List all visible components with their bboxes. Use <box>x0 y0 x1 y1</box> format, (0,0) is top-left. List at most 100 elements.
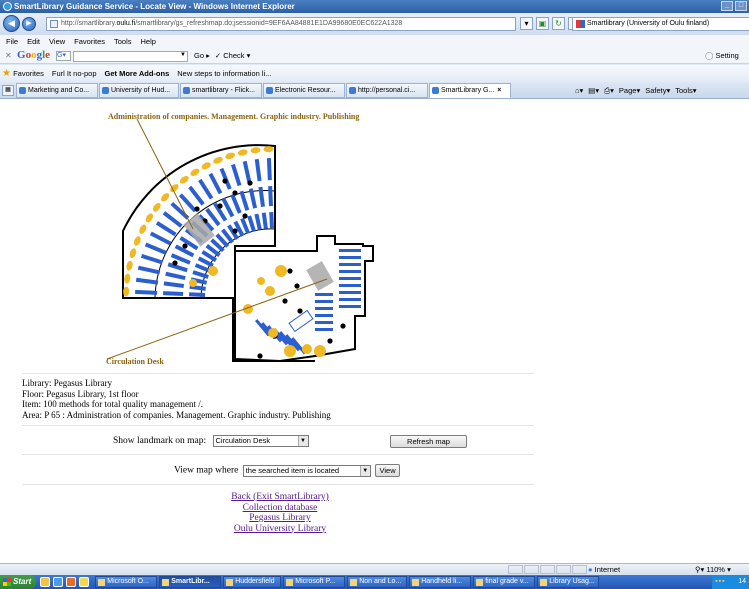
menu-tools[interactable]: Tools <box>114 35 132 48</box>
taskbar-task[interactable]: Non and Lo... <box>347 576 408 588</box>
quick-launch-icon[interactable] <box>66 577 77 587</box>
landmark-marker <box>284 345 296 357</box>
url-prefix: http://smartlibrary. <box>61 20 117 27</box>
safety-menu[interactable]: Safety▾ <box>645 84 670 97</box>
landmark-select[interactable]: Circulation Desk ▼ <box>212 435 309 447</box>
menu-help[interactable]: Help <box>141 35 156 48</box>
quick-tabs-icon[interactable]: ▦ <box>2 85 14 96</box>
status-cell <box>572 565 587 574</box>
tab-item[interactable]: SmartLibrary G... × <box>429 83 511 98</box>
tab-item[interactable]: Marketing and Co... <box>16 83 98 98</box>
bookshelf <box>135 277 159 285</box>
task-label: Non and Lo... <box>359 578 402 585</box>
google-check-button[interactable]: ✓ Check ▾ <box>215 50 251 62</box>
landmark-form: Show landmark on map: Circulation Desk ▼ <box>113 435 309 447</box>
security-zone[interactable]: Internet <box>588 564 620 575</box>
favorites-bar: ★ Favorites Furl It no-pop Get More Add-… <box>0 65 749 82</box>
collection-database-link[interactable]: Collection database <box>0 503 560 514</box>
compatibility-icon[interactable]: ▣ <box>536 17 549 30</box>
bookshelf <box>261 212 268 229</box>
menu-view[interactable]: View <box>49 35 65 48</box>
site-label: Smartlibrary (University of Oulu finland… <box>587 20 710 27</box>
tab-close-icon[interactable]: × <box>497 87 501 94</box>
bookshelf <box>163 281 185 288</box>
quick-launch-icon[interactable] <box>79 577 90 587</box>
bookshelf <box>315 293 333 296</box>
menu-edit[interactable]: Edit <box>27 35 40 48</box>
page-menu-label: Page <box>618 86 637 95</box>
menu-favorites[interactable]: Favorites <box>74 35 105 48</box>
bookshelf <box>268 186 273 207</box>
fav-item-addons[interactable]: Get More Add-ons <box>105 65 170 82</box>
tab-label: SmartLibrary G... <box>441 87 495 94</box>
oulu-university-library-link[interactable]: Oulu University Library <box>0 524 560 535</box>
taskbar-task[interactable]: Microsoft P... <box>283 576 346 588</box>
taskbar-task[interactable]: SmartLibr... <box>159 576 222 588</box>
tab-item[interactable]: http://personal.ci... <box>346 83 428 98</box>
menu-file[interactable]: File <box>6 35 18 48</box>
back-exit-link[interactable]: Back (Exit SmartLibrary) <box>0 492 560 503</box>
tab-label: smartlibrary - Flick... <box>192 87 255 94</box>
fav-item-new-steps[interactable]: New steps to information li... <box>177 65 271 82</box>
view-form: View map where the searched item is loca… <box>174 464 401 477</box>
page-menu[interactable]: Page▾ <box>619 84 640 97</box>
favorites-button[interactable]: ★ Favorites <box>2 65 44 82</box>
quick-launch-icon[interactable] <box>53 577 64 587</box>
toolbar-close-icon[interactable]: ✕ <box>5 51 12 60</box>
divider-4 <box>22 484 534 485</box>
taskbar-task[interactable]: Microsoft O... <box>95 576 158 588</box>
address-dropdown-icon[interactable]: ▾ <box>520 17 533 30</box>
taskbar-task[interactable]: Library Usag... <box>537 576 600 588</box>
maximize-button[interactable]: □ <box>735 1 747 11</box>
tools-menu[interactable]: Tools▾ <box>675 84 696 97</box>
back-arrow-icon[interactable]: ◀ <box>3 15 20 32</box>
pillar-dot <box>232 190 238 196</box>
floor-map <box>85 111 425 376</box>
tab-item[interactable]: smartlibrary - Flick... <box>180 83 262 98</box>
google-menu-dropdown[interactable]: G▾ <box>56 51 71 61</box>
view-button[interactable]: View <box>375 464 401 477</box>
pillar-dot <box>232 228 238 234</box>
fav-item-furl[interactable]: Furl It no-pop <box>52 65 97 82</box>
start-button[interactable]: Start <box>0 575 37 589</box>
zoom-level[interactable]: ⚲▾ 110% ▾ <box>695 564 731 575</box>
forward-arrow-icon[interactable]: ▶ <box>22 17 36 31</box>
feeds-icon[interactable]: ▤▾ <box>588 84 599 97</box>
refresh-map-button[interactable]: Refresh map <box>390 435 467 448</box>
divider-1 <box>22 373 534 374</box>
bookshelf <box>189 284 206 291</box>
taskbar-task[interactable]: Huddersfield <box>223 576 282 588</box>
ie-app-icon <box>3 2 12 11</box>
google-search-input[interactable]: ▼ <box>73 51 188 62</box>
quick-launch-icon[interactable] <box>40 577 51 587</box>
tab-item[interactable]: University of Hud... <box>99 83 179 98</box>
tab-list: Marketing and Co... University of Hud... s… <box>16 83 511 98</box>
window-title: SmartLibrary Guidance Service - Locate V… <box>14 2 295 11</box>
site-search-box[interactable]: Smartlibrary (University of Oulu finland… <box>572 17 749 31</box>
bookshelf <box>315 328 333 331</box>
address-input[interactable]: http://smartlibrary.oulu.fi/smartlibrary… <box>46 17 516 31</box>
home-icon[interactable]: ⌂▾ <box>575 84 583 97</box>
google-settings-button[interactable]: Setting <box>705 50 738 62</box>
google-logo: Google <box>17 49 51 61</box>
minimize-button[interactable]: _ <box>721 1 733 11</box>
taskbar-task[interactable]: final grade v... <box>473 576 536 588</box>
refresh-icon[interactable]: ↻ <box>552 17 565 30</box>
page-content: Administration of companies. Management.… <box>0 99 749 563</box>
google-go-button[interactable]: Go ▸ <box>194 50 210 62</box>
favorites-label: Favorites <box>13 69 44 78</box>
tab-label: Electronic Resour... <box>275 87 336 94</box>
pegasus-library-link[interactable]: Pegasus Library <box>0 513 560 524</box>
bookshelf <box>315 307 333 310</box>
site-favicon-icon <box>576 20 585 28</box>
info-area: Area: P 65 : Administration of companies… <box>22 409 331 420</box>
view-map-select[interactable]: the searched item is located ▼ <box>242 464 371 477</box>
pillar-dot <box>194 206 200 212</box>
print-icon[interactable]: ⎙▾ <box>604 84 614 97</box>
tab-bar: ▦ Marketing and Co... University of Hud..… <box>0 82 749 99</box>
bookshelf <box>339 249 361 252</box>
tab-item[interactable]: Electronic Resour... <box>263 83 345 98</box>
taskbar-task[interactable]: Handheld li... <box>409 576 472 588</box>
pillar-dot <box>242 213 248 219</box>
bookshelf <box>163 291 184 296</box>
